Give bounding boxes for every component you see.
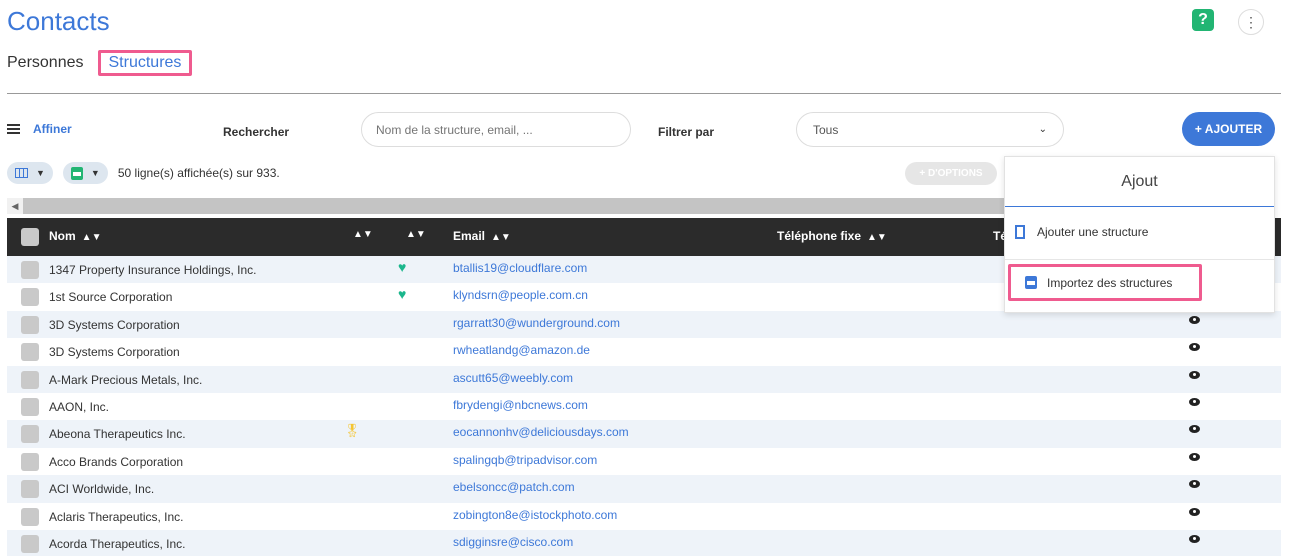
table-toolbar: ▼ ▼ 50 ligne(s) affichée(s) sur 933. <box>7 162 280 184</box>
table-row[interactable]: AAON, Inc. fbrydengi@nbcnews.com <box>7 393 1281 420</box>
row-checkbox[interactable] <box>21 288 39 307</box>
structure-name: 1st Source Corporation <box>49 290 173 305</box>
search-input[interactable] <box>361 112 631 147</box>
structure-name: Acco Brands Corporation <box>49 454 184 469</box>
structure-email[interactable]: btallis19@cloudflare.com <box>453 261 587 275</box>
structure-name: 3D Systems Corporation <box>49 317 180 332</box>
row-checkbox[interactable] <box>21 452 39 471</box>
filter-select[interactable]: Tous ⌄ <box>796 112 1064 147</box>
import-structures-item[interactable]: Importez des structures <box>1008 264 1202 301</box>
sort-icon[interactable]: ▲▼ <box>406 229 426 240</box>
eye-icon[interactable] <box>1189 480 1200 489</box>
col-email[interactable]: Email ▲▼ <box>453 229 511 243</box>
table-row[interactable]: 3D Systems Corporation rgarratt30@wunderg… <box>7 310 1281 339</box>
row-checkbox[interactable] <box>21 425 39 444</box>
structure-email[interactable]: ebelsoncc@patch.com <box>453 480 575 494</box>
select-all-checkbox[interactable] <box>21 228 39 246</box>
divider <box>7 93 1281 94</box>
structure-email[interactable]: klyndsrn@people.com.cn <box>453 288 588 302</box>
col-nom[interactable]: Nom ▲▼ <box>49 229 101 243</box>
sort-icon[interactable]: ▲▼ <box>353 229 373 240</box>
row-checkbox[interactable] <box>21 343 39 362</box>
affiner-button[interactable]: Affiner <box>7 122 72 136</box>
eye-icon[interactable] <box>1189 370 1200 379</box>
help-icon[interactable]: ? <box>1192 9 1214 31</box>
table-row[interactable]: ACI Worldwide, Inc. ebelsoncc@patch.com <box>7 475 1281 503</box>
import-structures-label: Importez des structures <box>1047 275 1173 290</box>
csv-export-icon <box>70 166 83 180</box>
structure-name: 1347 Property Insurance Holdings, Inc. <box>49 263 257 277</box>
row-checkbox[interactable] <box>21 507 39 526</box>
row-checkbox[interactable] <box>21 534 39 553</box>
eye-icon[interactable] <box>1189 452 1200 461</box>
eye-icon[interactable] <box>1189 425 1200 434</box>
row-checkbox[interactable] <box>21 261 39 279</box>
heart-icon: ♥ <box>398 259 407 275</box>
add-structure-label: Ajouter une structure <box>1037 225 1149 239</box>
eye-icon[interactable] <box>1189 343 1200 352</box>
structure-name: Abeona Therapeutics Inc. <box>49 427 186 442</box>
col-telephone-fixe[interactable]: Téléphone fixe ▲▼ <box>777 229 887 243</box>
table-row[interactable]: Aclaris Therapeutics, Inc. zobington8e@is… <box>7 503 1281 530</box>
eye-icon[interactable] <box>1189 507 1200 516</box>
structure-name: A-Mark Precious Metals, Inc. <box>49 372 203 387</box>
table-row[interactable]: Abeona Therapeutics Inc. 🎖 eocannonhv@deli… <box>7 420 1281 448</box>
caret-down-icon: ▼ <box>36 168 45 178</box>
options-button[interactable]: + D'OPTIONS <box>905 162 997 185</box>
hamburger-icon <box>7 124 20 134</box>
structure-email[interactable]: rgarratt30@wunderground.com <box>453 316 620 330</box>
structure-name: Aclaris Therapeutics, Inc. <box>49 509 184 524</box>
row-count: 50 ligne(s) affichée(s) sur 933. <box>117 166 280 180</box>
structure-email[interactable]: fbrydengi@nbcnews.com <box>453 398 588 412</box>
row-checkbox[interactable] <box>21 480 39 499</box>
scroll-left-icon[interactable]: ◀ <box>7 198 23 214</box>
add-dropdown: Ajout Ajouter une structure Importez des… <box>1004 156 1275 313</box>
page-title: Contacts <box>7 6 110 36</box>
filter-row: Affiner Rechercher Filtrer par Tous ⌄ + … <box>7 112 1287 147</box>
horizontal-scrollbar[interactable]: ◀ <box>7 198 1007 214</box>
tab-personnes[interactable]: Personnes <box>7 54 84 72</box>
structure-email[interactable]: spalingqb@tripadvisor.com <box>453 453 597 467</box>
row-checkbox[interactable] <box>21 397 39 416</box>
kebab-menu-icon[interactable]: ⋮ <box>1238 9 1264 35</box>
row-checkbox[interactable] <box>21 315 39 334</box>
table-row[interactable]: A-Mark Precious Metals, Inc. ascutt65@wee… <box>7 365 1281 393</box>
eye-icon[interactable] <box>1189 534 1200 543</box>
filter-select-value: Tous <box>813 122 839 137</box>
affiner-label: Affiner <box>33 122 72 136</box>
table-row[interactable]: Acco Brands Corporation spalingqb@tripadv… <box>7 448 1281 475</box>
add-structure-item[interactable]: Ajouter une structure <box>1015 225 1148 239</box>
eye-icon[interactable] <box>1189 315 1200 324</box>
medal-icon: 🎖 <box>344 423 361 439</box>
columns-picker[interactable]: ▼ <box>7 162 53 184</box>
structure-name: ACI Worldwide, Inc. <box>49 482 155 497</box>
search-label: Rechercher <box>223 125 290 139</box>
structure-email[interactable]: rwheatlandg@amazon.de <box>453 343 590 357</box>
row-checkbox[interactable] <box>21 370 39 389</box>
table-row[interactable]: 3D Systems Corporation rwheatlandg@amazon… <box>7 338 1281 365</box>
heart-icon: ♥ <box>398 286 407 303</box>
structure-name: Acorda Therapeutics, Inc. <box>49 536 186 551</box>
caret-down-icon: ▼ <box>90 168 100 178</box>
structure-name: 3D Systems Corporation <box>49 345 180 360</box>
structure-email[interactable]: eocannonhv@deliciousdays.com <box>453 425 629 439</box>
dropdown-divider <box>1005 259 1274 260</box>
structure-name: AAON, Inc. <box>49 399 110 414</box>
structure-email[interactable]: ascutt65@weebly.com <box>453 371 573 385</box>
export-picker[interactable]: ▼ <box>62 162 108 184</box>
table-row[interactable]: Acorda Therapeutics, Inc. sdigginsre@cisc… <box>7 529 1281 556</box>
chevron-down-icon: ⌄ <box>1038 124 1047 135</box>
tab-structures[interactable]: Structures <box>97 50 193 76</box>
filter-label: Filtrer par <box>658 125 715 139</box>
dropdown-title: Ajout <box>1005 157 1274 207</box>
csv-import-icon <box>1025 276 1037 289</box>
columns-icon <box>15 168 28 178</box>
eye-icon[interactable] <box>1189 397 1200 406</box>
building-icon <box>1015 225 1025 239</box>
tabs: Personnes Structures <box>7 50 206 76</box>
structure-email[interactable]: zobington8e@istockphoto.com <box>453 508 617 522</box>
structure-email[interactable]: sdigginsre@cisco.com <box>453 535 573 549</box>
add-button[interactable]: + AJOUTER <box>1182 112 1275 146</box>
